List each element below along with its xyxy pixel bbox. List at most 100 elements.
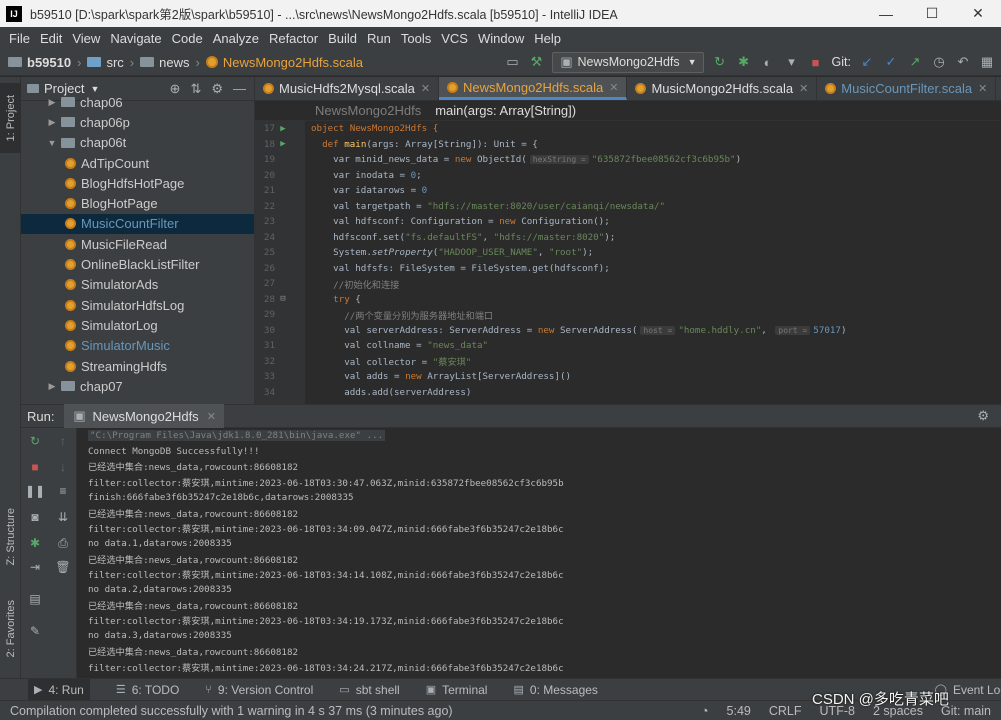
tree-item[interactable]: AdTipCount <box>21 153 254 173</box>
menu-window[interactable]: Window <box>473 31 529 46</box>
debug-bug-icon[interactable]: ✱ <box>25 534 45 552</box>
layout-icon[interactable]: ▤ <box>25 590 45 608</box>
tree-item[interactable]: BlogHdfsHotPage <box>21 173 254 193</box>
tree-item[interactable]: MusicCountFilter <box>21 213 254 235</box>
print-icon[interactable]: ⎙ <box>53 534 73 552</box>
trash-icon[interactable]: 🗑 <box>53 558 73 576</box>
scroll-to-end-icon[interactable]: ⇊ <box>53 508 73 526</box>
up-arrow-icon[interactable]: ↑ <box>53 432 73 450</box>
close-icon[interactable]: ✕ <box>421 82 430 95</box>
inspection-icon[interactable]: ◔ <box>701 704 709 718</box>
tree-item[interactable]: ▼ chap06t <box>21 133 254 153</box>
breadcrumb-src[interactable]: src <box>87 55 124 70</box>
menu-build[interactable]: Build <box>323 31 362 46</box>
chevron-right-icon[interactable]: ▶ <box>45 381 59 392</box>
code-view[interactable]: 17 ▶ object NewsMongo2Hdfs { 18 ▶ def main(… <box>255 121 1001 400</box>
git-update-icon[interactable]: ↙ <box>859 54 875 70</box>
history-icon[interactable]: ◷ <box>931 54 947 70</box>
git-commit-icon[interactable]: ✓ <box>883 54 899 70</box>
run-tab-newsmongo2hdfs[interactable]: ▣ NewsMongo2Hdfs ✕ <box>64 404 224 428</box>
chevron-right-icon[interactable]: ▶ <box>45 97 59 108</box>
rollback-icon[interactable]: ↶ <box>955 54 971 70</box>
tree-item[interactable]: SimulatorAds <box>21 275 254 295</box>
tab-musicmongo2hdfs[interactable]: MusicMongo2Hdfs.scala ✕ <box>627 77 818 100</box>
menu-edit[interactable]: Edit <box>35 31 67 46</box>
run-configuration-select[interactable]: ▣ NewsMongo2Hdfs ▼ <box>552 51 704 73</box>
stop-icon[interactable]: ■ <box>25 458 45 476</box>
tree-item[interactable]: ▶ chap06p <box>21 112 254 132</box>
profile-icon[interactable]: ▾ <box>784 54 800 70</box>
more-icon[interactable]: ▦ <box>979 54 995 70</box>
menu-help[interactable]: Help <box>529 31 566 46</box>
close-icon[interactable]: ✕ <box>978 82 987 95</box>
line-separator[interactable]: CRLF <box>769 704 802 718</box>
tree-item[interactable]: BlogHotPage <box>21 193 254 213</box>
git-push-icon[interactable]: ↗ <box>907 54 923 70</box>
tree-item-label: StreamingHdfs <box>81 358 167 374</box>
tool-tab-todo[interactable]: ☰ 6: TODO <box>116 683 179 697</box>
tree-item[interactable]: ▶ chap07 <box>21 376 254 396</box>
breadcrumb-news[interactable]: news <box>140 55 189 70</box>
tab-musichdfs2mysql[interactable]: MusicHdfs2Mysql.scala ✕ <box>255 77 440 100</box>
debug-bug-icon[interactable]: ✱ <box>736 54 752 70</box>
tab-musiccountfilter[interactable]: MusicCountFilter.scala ✕ <box>817 77 997 100</box>
exit-icon[interactable]: ⇥ <box>25 558 45 576</box>
close-icon[interactable]: ✕ <box>609 81 618 94</box>
breadcrumb-file[interactable]: NewsMongo2Hdfs.scala <box>205 55 363 70</box>
structure-tool-tab[interactable]: Z: Structure <box>0 497 21 577</box>
favorites-tool-tab[interactable]: 2: Favorites <box>0 589 21 669</box>
menu-vcs[interactable]: VCS <box>436 31 473 46</box>
console-output[interactable]: "C:\Program Files\Java\jdk1.8.0_281\bin\… <box>77 428 1001 678</box>
build-hammer-icon[interactable]: ⚒ <box>528 54 544 70</box>
menu-analyze[interactable]: Analyze <box>208 31 264 46</box>
camera-icon[interactable]: ◙ <box>25 508 45 526</box>
menu-refactor[interactable]: Refactor <box>264 31 323 46</box>
chevron-down-icon[interactable]: ▼ <box>45 138 59 148</box>
menu-navigate[interactable]: Navigate <box>105 31 166 46</box>
down-arrow-icon[interactable]: ↓ <box>53 458 73 476</box>
tool-tab-sbt-shell[interactable]: ▭ sbt shell <box>339 683 399 697</box>
tree-item[interactable]: SimulatorHdfsLog <box>21 295 254 315</box>
run-gutter-icon[interactable]: ▶ <box>275 124 291 134</box>
menu-tools[interactable]: Tools <box>396 31 436 46</box>
gear-icon[interactable]: ⚙ <box>977 408 989 424</box>
tool-tab-version-control[interactable]: ⑂ 9: Version Control <box>205 683 313 697</box>
maximize-button[interactable]: ☐ <box>909 0 955 27</box>
tool-tab-terminal[interactable]: ▣ Terminal <box>426 683 488 697</box>
minimize-button[interactable]: — <box>863 0 909 27</box>
status-message[interactable]: Compilation completed successfully with … <box>10 704 453 718</box>
tool-tab-run[interactable]: ▶ 4: Run <box>28 678 90 701</box>
tree-item[interactable]: ▶ chap06 <box>21 92 254 112</box>
tree-item[interactable]: OnlineBlackListFilter <box>21 254 254 274</box>
close-icon[interactable]: ✕ <box>207 410 216 423</box>
run-gutter-icon[interactable]: ▶ <box>275 139 291 149</box>
tool-tab-messages[interactable]: ▤ 0: Messages <box>513 683 597 697</box>
chevron-right-icon[interactable]: ▶ <box>45 117 59 128</box>
breadcrumb-project[interactable]: b59510 <box>8 55 71 70</box>
caret-position[interactable]: 5:49 <box>727 704 751 718</box>
scala-object-icon <box>65 259 76 271</box>
tree-item[interactable]: MusicFileRead <box>21 234 254 254</box>
breadcrumb-object[interactable]: NewsMongo2Hdfs <box>315 103 421 118</box>
project-tool-tab[interactable]: 1: Project <box>0 83 21 153</box>
stop-icon[interactable]: ■ <box>808 54 824 70</box>
tab-newsmongo2hdfs[interactable]: NewsMongo2Hdfs.scala ✕ <box>439 77 628 100</box>
close-icon[interactable]: ✕ <box>799 82 808 95</box>
layout-icon[interactable]: ▭ <box>504 54 520 70</box>
breadcrumb-method[interactable]: main(args: Array[String]) <box>435 103 576 118</box>
pause-icon[interactable]: ❚❚ <box>25 482 45 500</box>
coverage-icon[interactable]: ◐ <box>760 54 776 70</box>
menu-code[interactable]: Code <box>167 31 208 46</box>
rerun-icon[interactable]: ↻ <box>712 54 728 70</box>
soft-wrap-icon[interactable]: ≡ <box>53 482 73 500</box>
menu-file[interactable]: File <box>4 31 35 46</box>
tree-item-label: AdTipCount <box>81 155 150 171</box>
tree-item[interactable]: SimulatorLog <box>21 315 254 335</box>
menu-run[interactable]: Run <box>362 31 396 46</box>
close-button[interactable]: ✕ <box>955 0 1001 27</box>
pin-icon[interactable]: ✎ <box>25 622 45 640</box>
tree-item[interactable]: StreamingHdfs <box>21 356 254 376</box>
menu-view[interactable]: View <box>67 31 105 46</box>
tree-item[interactable]: SimulatorMusic <box>21 336 254 356</box>
rerun-icon[interactable]: ↻ <box>25 432 45 450</box>
